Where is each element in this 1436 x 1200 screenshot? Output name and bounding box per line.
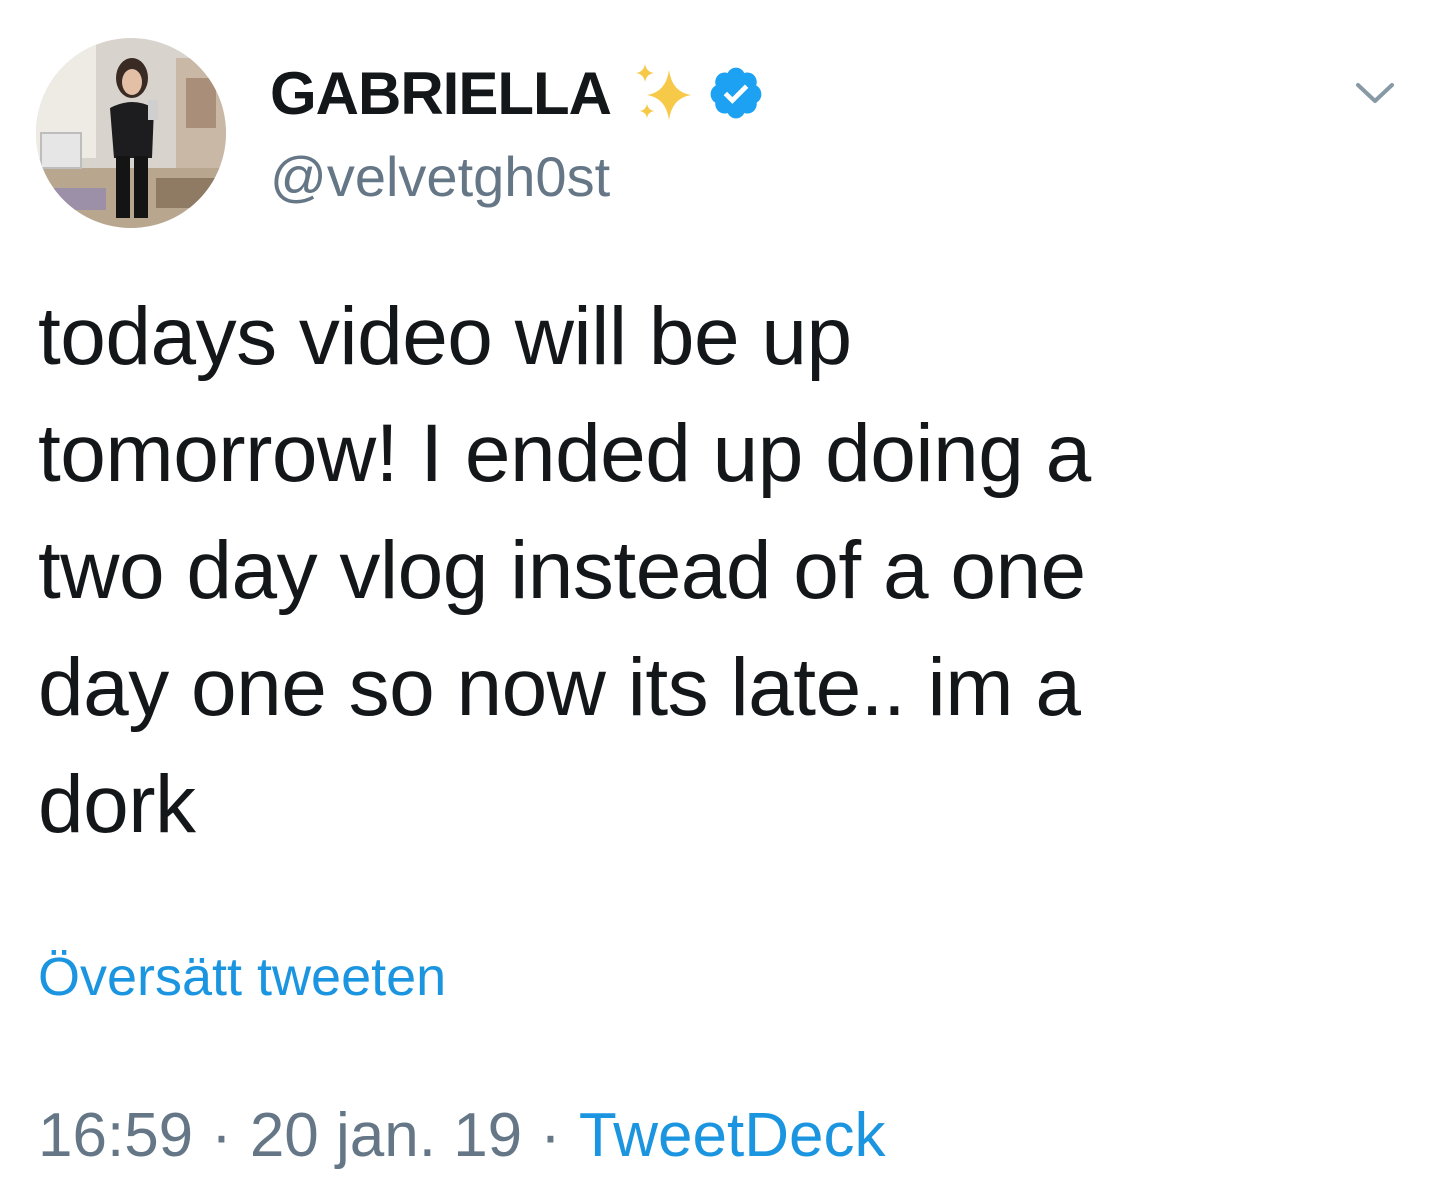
meta-separator: · [211,1101,232,1170]
display-name[interactable]: GABRIELLA [270,59,612,128]
avatar[interactable] [36,38,226,228]
user-handle[interactable]: @velvetgh0st [270,144,610,209]
sparkles-icon [629,58,699,128]
verified-badge-icon [707,64,765,122]
tweet-text: todays video will be up tomorrow! I ende… [38,291,1091,850]
chevron-down-icon[interactable] [1352,70,1398,116]
tweet-time[interactable]: 16:59 [38,1100,193,1171]
tweet-date[interactable]: 20 jan. 19 [250,1100,522,1171]
tweet-source-link[interactable]: TweetDeck [579,1100,886,1171]
meta-separator: · [540,1101,561,1170]
tweet-card: GABRIELLA @velvetgh0st todays video will… [0,0,1436,1200]
translate-tweet-link[interactable]: Översätt tweeten [38,946,446,1008]
author-name-row: GABRIELLA [270,58,765,128]
tweet-meta: 16:59 · 20 jan. 19 · TweetDeck [38,1100,885,1171]
profile-photo [36,38,226,228]
